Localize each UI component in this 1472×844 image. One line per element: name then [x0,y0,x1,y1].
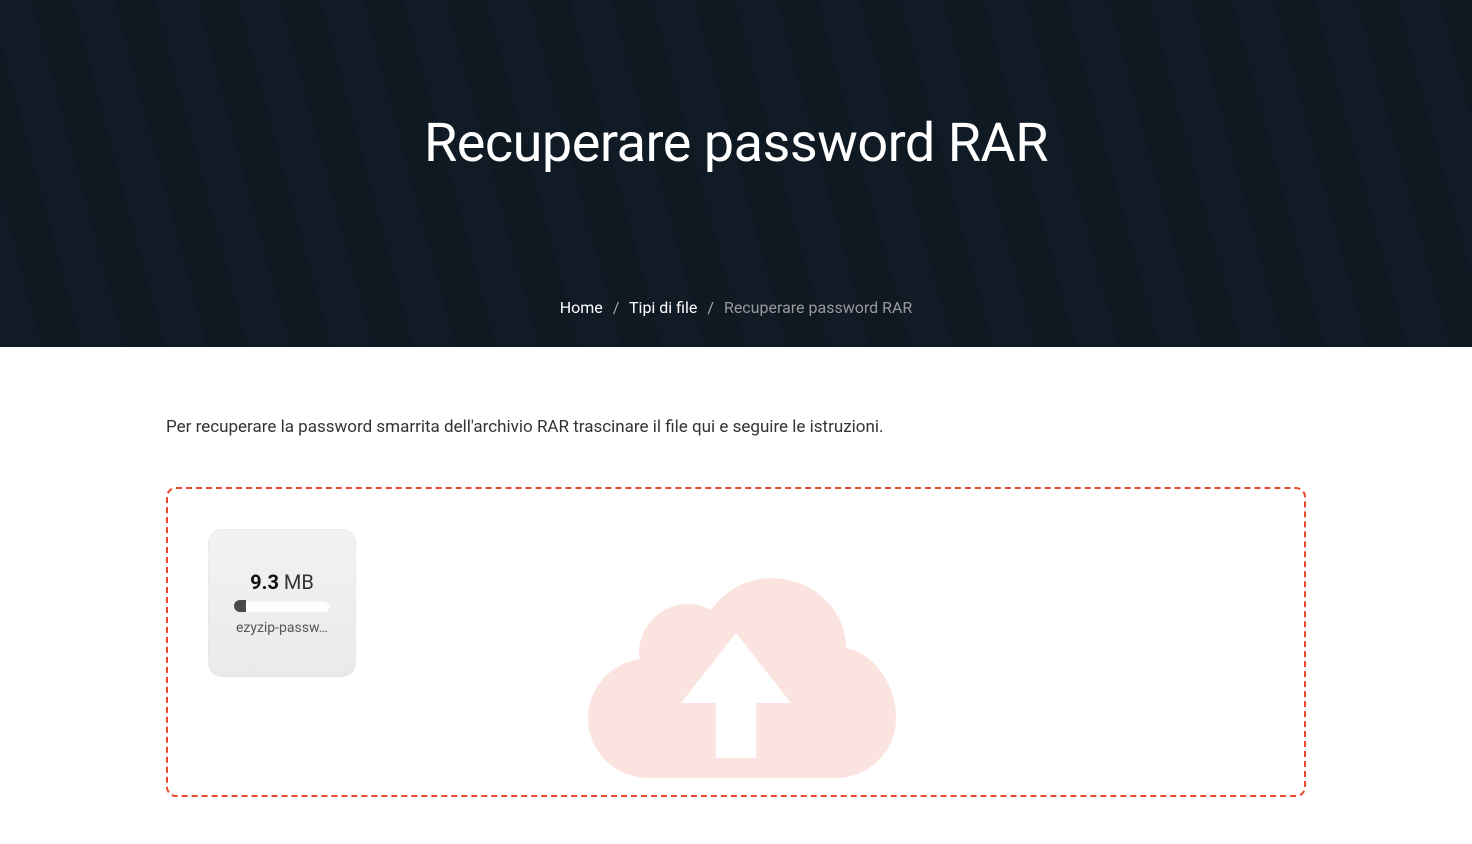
file-size-unit: MB [279,570,314,594]
instruction-text: Per recuperare la password smarrita dell… [166,417,1306,437]
file-name-label: ezyzip-passw… [236,620,328,636]
file-size-label: 9.3 MB [250,570,314,594]
file-size-value: 9.3 [250,570,279,594]
breadcrumb-home-link[interactable]: Home [560,298,603,317]
hero-section: Recuperare password RAR Home / Tipi di f… [0,0,1472,347]
page-title: Recuperare password RAR [424,112,1048,175]
breadcrumb-separator: / [707,298,714,317]
breadcrumb: Home / Tipi di file / Recuperare passwor… [560,298,913,317]
breadcrumb-current: Recuperare password RAR [724,298,912,317]
breadcrumb-separator: / [613,298,620,317]
cloud-upload-icon [546,538,926,797]
content-area: Per recuperare la password smarrita dell… [146,347,1326,837]
upload-progress-bar [234,600,330,612]
uploaded-file-card[interactable]: 9.3 MB ezyzip-passw… [208,529,356,677]
file-dropzone[interactable]: 9.3 MB ezyzip-passw… [166,487,1306,797]
breadcrumb-types-link[interactable]: Tipi di file [629,298,697,317]
upload-progress-fill [234,600,246,612]
